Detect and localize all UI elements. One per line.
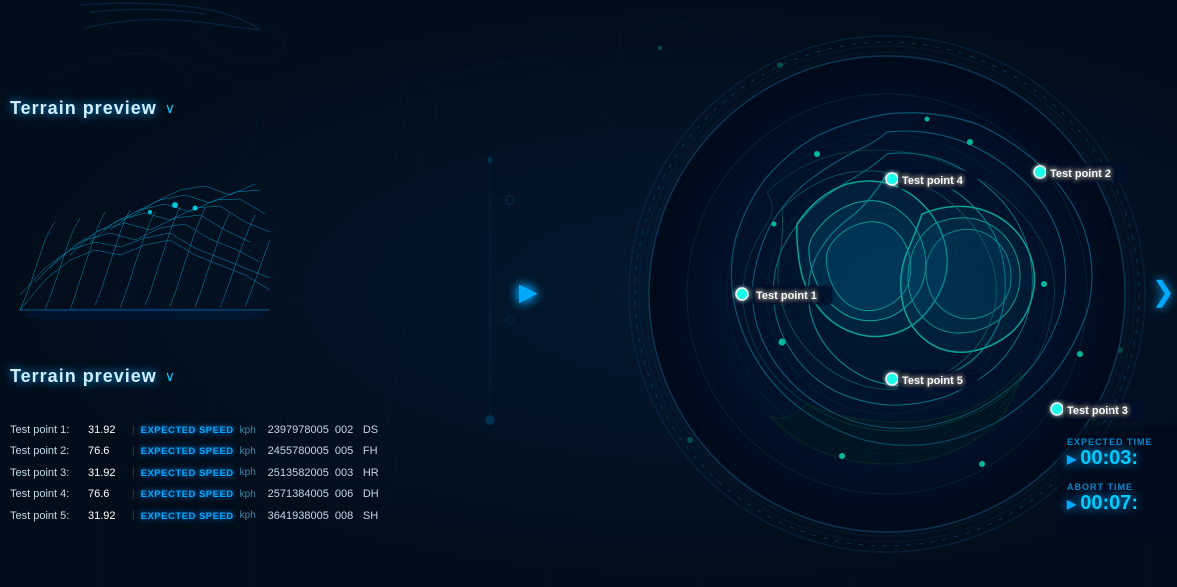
chevron-icon-2: ∨ bbox=[165, 368, 175, 385]
svg-text:Test point 5: Test point 5 bbox=[902, 375, 963, 387]
row-label: Test point 2: bbox=[10, 444, 82, 459]
table-row: Test point 1: 31.92 | EXPECTED SPEED kph… bbox=[8, 420, 428, 441]
row-id: HR bbox=[363, 466, 383, 481]
row-num: 008 bbox=[335, 509, 357, 524]
row-id: DH bbox=[363, 487, 383, 502]
terrain-3d-visualization bbox=[20, 150, 270, 320]
row-label: Test point 3: bbox=[10, 466, 82, 481]
svg-text:Test point 2: Test point 2 bbox=[1050, 168, 1111, 180]
terrain-title-1: Terrain preview bbox=[10, 98, 157, 119]
row-divider: | bbox=[132, 424, 135, 438]
terrain-header-1[interactable]: Terrain preview ∨ bbox=[0, 94, 270, 123]
row-unit: kph bbox=[240, 424, 262, 438]
row-divider: | bbox=[132, 445, 135, 459]
terrain-preview-section-1: Terrain preview ∨ bbox=[0, 94, 270, 123]
row-unit: kph bbox=[240, 445, 262, 459]
row-value: 31.92 bbox=[88, 423, 126, 438]
table-row: Test point 4: 76.6 | EXPECTED SPEED kph … bbox=[8, 484, 428, 505]
expected-time-value: ▶ 00:03: bbox=[1067, 447, 1167, 470]
row-code: 2571384005 bbox=[268, 487, 329, 502]
row-label: Test point 5: bbox=[10, 509, 82, 524]
row-num: 002 bbox=[335, 423, 357, 438]
svg-text:Test point 4: Test point 4 bbox=[902, 175, 964, 187]
abort-time-play-icon: ▶ bbox=[1067, 497, 1076, 511]
terrain-title-2: Terrain preview bbox=[10, 366, 157, 387]
data-table: Test point 1: 31.92 | EXPECTED SPEED kph… bbox=[8, 420, 428, 527]
expected-time-play-icon: ▶ bbox=[1067, 452, 1076, 466]
row-value: 31.92 bbox=[88, 466, 126, 481]
expected-time-text: 00:03: bbox=[1080, 447, 1138, 470]
row-tag: EXPECTED SPEED bbox=[141, 445, 234, 458]
row-id: DS bbox=[363, 423, 383, 438]
nav-arrow-play-btn[interactable]: ▶ bbox=[519, 278, 537, 307]
row-divider: | bbox=[132, 509, 135, 523]
row-code: 2513582005 bbox=[268, 466, 329, 481]
row-tag: EXPECTED SPEED bbox=[141, 510, 234, 523]
table-row: Test point 5: 31.92 | EXPECTED SPEED kph… bbox=[8, 506, 428, 527]
row-unit: kph bbox=[240, 488, 262, 502]
row-unit: kph bbox=[240, 466, 262, 480]
table-row: Test point 2: 76.6 | EXPECTED SPEED kph … bbox=[8, 441, 428, 462]
right-info-panel: EXPECTED TIME ▶ 00:03: ABORT TIME ▶ 00:0… bbox=[1057, 427, 1177, 537]
row-value: 76.6 bbox=[88, 444, 126, 459]
abort-time-text: 00:07: bbox=[1080, 492, 1138, 515]
row-divider: | bbox=[132, 488, 135, 502]
row-num: 003 bbox=[335, 466, 357, 481]
row-id: FH bbox=[363, 444, 383, 459]
abort-time-section: ABORT TIME ▶ 00:07: bbox=[1067, 482, 1167, 515]
row-divider: | bbox=[132, 466, 135, 480]
row-code: 3641938005 bbox=[268, 509, 329, 524]
row-value: 76.6 bbox=[88, 487, 126, 502]
row-label: Test point 1: bbox=[10, 423, 82, 438]
row-tag: EXPECTED SPEED bbox=[141, 467, 234, 480]
row-id: SH bbox=[363, 509, 383, 524]
expected-time-section: EXPECTED TIME ▶ 00:03: bbox=[1067, 437, 1167, 470]
row-tag: EXPECTED SPEED bbox=[141, 488, 234, 501]
abort-time-value: ▶ 00:07: bbox=[1067, 492, 1167, 515]
row-unit: kph bbox=[240, 509, 262, 523]
svg-text:Test point 3: Test point 3 bbox=[1067, 405, 1128, 417]
row-value: 31.92 bbox=[88, 509, 126, 524]
svg-text:Test point 1: Test point 1 bbox=[756, 290, 817, 302]
row-num: 005 bbox=[335, 444, 357, 459]
terrain-header-2[interactable]: Terrain preview ∨ bbox=[0, 362, 270, 391]
row-num: 006 bbox=[335, 487, 357, 502]
chevron-icon-1: ∨ bbox=[165, 100, 175, 117]
row-label: Test point 4: bbox=[10, 487, 82, 502]
row-code: 2455780005 bbox=[268, 444, 329, 459]
nav-arrow-right[interactable]: ❯ bbox=[1152, 275, 1175, 308]
terrain-preview-section-2: Terrain preview ∨ bbox=[0, 362, 270, 391]
row-code: 2397978005 bbox=[268, 423, 329, 438]
abort-time-label: ABORT TIME bbox=[1067, 482, 1167, 492]
row-tag: EXPECTED SPEED bbox=[141, 424, 234, 437]
table-row: Test point 3: 31.92 | EXPECTED SPEED kph… bbox=[8, 463, 428, 484]
expected-time-label: EXPECTED TIME bbox=[1067, 437, 1167, 447]
